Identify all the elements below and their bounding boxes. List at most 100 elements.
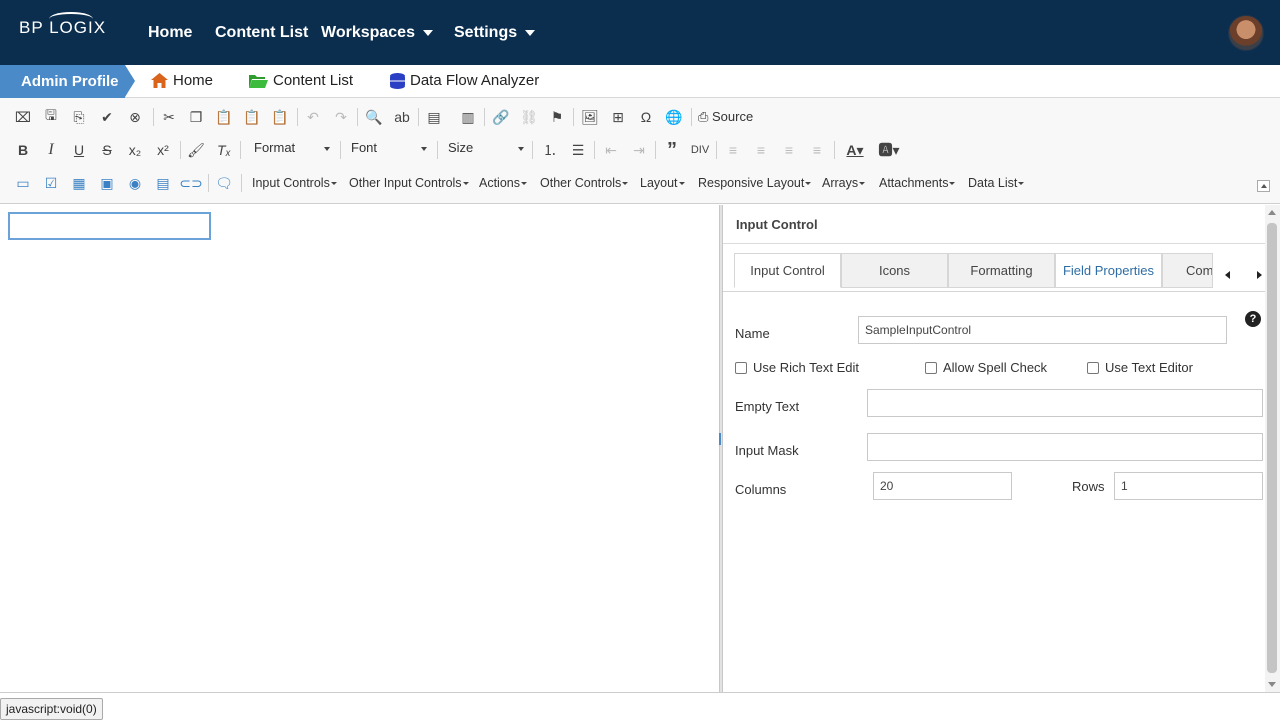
menu-input-controls[interactable]: Input Controls <box>252 176 337 190</box>
use-rich-text-checkbox[interactable]: Use Rich Text Edit <box>735 360 859 375</box>
decrease-indent-icon[interactable]: ⇤ <box>600 139 622 161</box>
increase-indent-icon[interactable]: ⇥ <box>628 139 650 161</box>
checkbox-control-icon[interactable]: ☑ <box>40 172 62 194</box>
save-close-icon[interactable]: ✔ <box>96 106 118 128</box>
toggle-control-icon[interactable]: ⊂⊃ <box>179 172 202 194</box>
input-mask-field[interactable] <box>867 433 1263 461</box>
breadcrumb-content-list[interactable]: Content List <box>249 72 353 89</box>
checkbox-box[interactable] <box>1087 361 1099 374</box>
nav-content-list[interactable]: Content List <box>215 24 308 42</box>
nav-workspaces[interactable]: Workspaces <box>321 24 433 42</box>
copy-icon[interactable]: ❐ <box>185 106 207 128</box>
underline-icon[interactable]: U <box>68 139 90 161</box>
menu-other-input-controls[interactable]: Other Input Controls <box>349 176 469 190</box>
empty-text-field[interactable] <box>867 389 1263 417</box>
superscript-icon[interactable]: x² <box>152 139 174 161</box>
tab-icons[interactable]: Icons <box>841 253 948 288</box>
format-dropdown[interactable]: Format <box>254 140 330 160</box>
breadcrumb-data-flow-analyzer[interactable]: Data Flow Analyzer <box>390 72 539 89</box>
text-color-icon[interactable]: A▾ <box>842 139 868 161</box>
menu-data-list[interactable]: Data List <box>968 176 1025 190</box>
bp-logix-logo[interactable]: BP LOGIX <box>19 12 106 38</box>
align-center-icon[interactable]: ≡ <box>750 139 772 161</box>
breadcrumb-home[interactable]: Home <box>151 72 213 89</box>
background-color-icon[interactable]: 🅰▾ <box>876 139 902 161</box>
blockquote-icon[interactable]: ” <box>661 139 683 161</box>
link-icon[interactable]: 🔗 <box>490 106 512 128</box>
replace-icon[interactable]: ab <box>391 106 413 128</box>
menu-attachments[interactable]: Attachments <box>879 176 956 190</box>
copy-format-brush-icon[interactable]: 🖌 <box>185 139 207 161</box>
redo-icon[interactable]: ↷ <box>330 106 352 128</box>
align-right-icon[interactable]: ≡ <box>778 139 800 161</box>
table-icon[interactable]: ⊞ <box>607 106 629 128</box>
tab-scroll-right-icon[interactable] <box>1257 271 1262 279</box>
paste-word-icon[interactable]: 📋 <box>269 106 291 128</box>
scroll-down-icon[interactable] <box>1268 682 1276 687</box>
radio-control-icon[interactable]: ◉ <box>124 172 146 194</box>
tab-scroll-left-icon[interactable] <box>1225 271 1230 279</box>
menu-arrays[interactable]: Arrays <box>822 176 866 190</box>
menu-layout[interactable]: Layout <box>640 176 685 190</box>
name-field[interactable]: SampleInputControl <box>858 316 1227 344</box>
find-icon[interactable]: 🔍 <box>363 106 385 128</box>
anchor-flag-icon[interactable]: ⚑ <box>546 106 568 128</box>
cancel-icon[interactable]: ⊗ <box>124 106 146 128</box>
show-blocks-icon[interactable]: ▥ <box>457 106 479 128</box>
breadcrumb-admin-profile[interactable]: Admin Profile <box>0 65 135 98</box>
iframe-globe-icon[interactable]: 🌐 <box>663 106 685 128</box>
listbox-control-icon[interactable]: ▤ <box>152 172 174 194</box>
sample-input-control[interactable] <box>8 212 211 240</box>
splitter-handle[interactable] <box>719 433 722 445</box>
nav-settings[interactable]: Settings <box>454 24 536 42</box>
paste-text-icon[interactable]: 📋 <box>241 106 263 128</box>
special-char-icon[interactable]: Ω <box>635 106 657 128</box>
align-justify-icon[interactable]: ≡ <box>806 139 828 161</box>
comment-control-icon[interactable]: 🗨 <box>213 172 235 194</box>
font-dropdown[interactable]: Font <box>351 140 427 160</box>
subscript-icon[interactable]: x₂ <box>124 139 146 161</box>
dropdown-control-icon[interactable]: ▣ <box>96 172 118 194</box>
menu-responsive-layout[interactable]: Responsive Layout <box>698 176 812 190</box>
checkbox-box[interactable] <box>925 361 937 374</box>
save-icon[interactable]: 🖫 <box>40 106 62 128</box>
tab-field-properties[interactable]: Field Properties <box>1055 253 1162 288</box>
bulleted-list-icon[interactable]: ☰ <box>567 139 589 161</box>
tab-input-control[interactable]: Input Control <box>734 253 841 288</box>
undo-icon[interactable]: ↶ <box>302 106 324 128</box>
date-control-icon[interactable]: ▦ <box>68 172 90 194</box>
menu-other-controls[interactable]: Other Controls <box>540 176 629 190</box>
strikethrough-icon[interactable]: S <box>96 139 118 161</box>
panel-scrollbar[interactable] <box>1265 205 1280 692</box>
numbered-list-icon[interactable]: ⒈ <box>539 139 561 161</box>
image-icon[interactable]: 🖼 <box>579 106 601 128</box>
tab-formatting[interactable]: Formatting <box>948 253 1055 288</box>
size-dropdown[interactable]: Size <box>448 140 524 160</box>
menu-actions[interactable]: Actions <box>479 176 527 190</box>
allow-spell-check-checkbox[interactable]: Allow Spell Check <box>925 360 1047 375</box>
source-button[interactable]: ⎙ Source <box>698 109 753 125</box>
user-avatar[interactable] <box>1228 15 1264 51</box>
save-as-icon[interactable]: ⎘ <box>68 106 90 128</box>
scrollbar-thumb[interactable] <box>1267 223 1277 673</box>
columns-field[interactable]: 20 <box>873 472 1012 500</box>
text-input-icon[interactable]: ▭ <box>12 172 34 194</box>
rows-field[interactable]: 1 <box>1114 472 1263 500</box>
help-icon[interactable]: ? <box>1245 311 1261 327</box>
bold-icon[interactable]: B <box>12 139 34 161</box>
form-editor-canvas[interactable] <box>1 205 719 692</box>
collapse-toolbar-icon[interactable] <box>1257 180 1270 192</box>
remove-format-icon[interactable]: Tₓ <box>213 139 235 161</box>
nav-home[interactable]: Home <box>148 24 192 42</box>
close-form-icon[interactable]: ⌧ <box>12 106 34 128</box>
paste-icon[interactable]: 📋 <box>213 106 235 128</box>
cut-icon[interactable]: ✂ <box>158 106 180 128</box>
select-all-icon[interactable]: ▤ <box>423 106 445 128</box>
align-left-icon[interactable]: ≡ <box>722 139 744 161</box>
checkbox-box[interactable] <box>735 361 747 374</box>
use-text-editor-checkbox[interactable]: Use Text Editor <box>1087 360 1193 375</box>
tab-com[interactable]: Com <box>1162 253 1213 288</box>
div-container-icon[interactable]: DIV <box>689 139 711 161</box>
italic-icon[interactable]: I <box>40 139 62 161</box>
scroll-up-icon[interactable] <box>1268 210 1276 215</box>
